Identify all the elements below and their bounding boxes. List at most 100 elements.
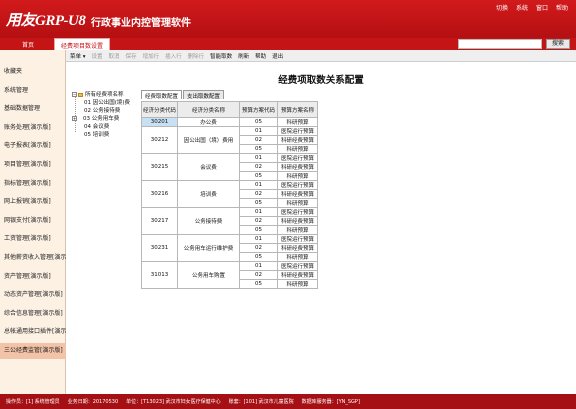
table-row[interactable]: 30231 公务用车运行维护费 01 医院运行预算 (141, 234, 318, 262)
plan-name-cell[interactable]: 科研预算 (277, 225, 318, 235)
tree-root[interactable]: − 所有经费项名称 (72, 90, 124, 98)
tree-node-02[interactable]: 02 公务接待费 (84, 106, 120, 114)
table-row[interactable]: 30215 会议费 01 医院运行预算 (141, 153, 318, 181)
econ-name-cell[interactable]: 公务接待费 (177, 207, 240, 235)
plan-code-cell[interactable]: 01 (239, 207, 278, 217)
expand-icon[interactable]: + (72, 116, 77, 121)
econ-name-cell[interactable]: 培训费 (177, 180, 240, 208)
sidebar-item[interactable]: 项目管理[演示版] (0, 157, 66, 173)
plan-code-cell[interactable]: 05 (239, 279, 278, 289)
plan-code-cell[interactable]: 01 (239, 126, 278, 136)
plan-name-cell[interactable]: 科研预算 (277, 117, 318, 127)
sidebar-item[interactable]: 网银支付[演示版] (0, 213, 66, 229)
plan-name-cell[interactable]: 科研预算 (277, 198, 318, 208)
plan-code-cell[interactable]: 02 (239, 270, 278, 280)
tab-fund-fetch-config[interactable]: 经费取数配置 (141, 90, 183, 100)
plan-name-cell[interactable]: 医院运行预算 (277, 261, 318, 271)
toolbar-button[interactable]: 增加行 (143, 52, 160, 60)
plan-code-cell[interactable]: 02 (239, 162, 278, 172)
plan-name-cell[interactable]: 医院运行预算 (277, 126, 318, 136)
tree-node-05[interactable]: 05 培训费 (84, 130, 109, 138)
plan-code-cell[interactable]: 05 (239, 117, 278, 127)
toolbar-button[interactable]: 智能取数 (210, 52, 232, 60)
plan-code-cell[interactable]: 05 (239, 225, 278, 235)
plan-name-cell[interactable]: 科研经费预算 (277, 189, 318, 199)
toolbar-button[interactable]: 退出 (272, 52, 283, 60)
plan-code-cell[interactable]: 02 (239, 135, 278, 145)
menu-help[interactable]: 帮助 (556, 3, 568, 12)
table-row[interactable]: 30217 公务接待费 01 医院运行预算 (141, 207, 318, 235)
search-input[interactable] (458, 39, 542, 49)
plan-name-cell[interactable]: 医院运行预算 (277, 153, 318, 163)
plan-name-cell[interactable]: 医院运行预算 (277, 234, 318, 244)
sidebar-item[interactable]: 基础数据管理 (0, 101, 66, 117)
plan-code-cell[interactable]: 02 (239, 243, 278, 253)
tab-fund-config[interactable]: 经费项目数设置 (54, 38, 111, 50)
toolbar-button[interactable]: 取消 (109, 52, 120, 60)
econ-code-cell[interactable]: 30212 (141, 126, 178, 154)
toolbar-button[interactable]: 刷新 (238, 52, 249, 60)
tab-expense-fetch-config[interactable]: 支出取数配置 (183, 90, 225, 100)
plan-name-cell[interactable]: 科研经费预算 (277, 270, 318, 280)
toolbar-button[interactable]: 保存 (126, 52, 137, 60)
sidebar-item[interactable]: 其他薪资收入管理[演示 (0, 250, 66, 266)
econ-name-cell[interactable]: 办公费 (177, 117, 240, 127)
table-row[interactable]: 30216 培训费 01 医院运行预算 (141, 180, 318, 208)
col-header-plan-code[interactable]: 预算方案代码 (239, 101, 278, 118)
tree-node-01[interactable]: 01 因公出国(境)费 (84, 98, 130, 106)
sidebar-item[interactable]: 工资管理[演示版] (0, 231, 66, 247)
col-header-econ-name[interactable]: 经济分类名称 (177, 101, 240, 118)
sidebar-item[interactable]: 账务处理[演示版] (0, 120, 66, 136)
table-row[interactable]: 31013 公务用车购置 01 医院运行预算 (141, 261, 318, 289)
sidebar-item[interactable]: 收藏夹 (0, 64, 66, 80)
econ-code-cell[interactable]: 31013 (141, 261, 178, 289)
plan-name-cell[interactable]: 医院运行预算 (277, 180, 318, 190)
menu-switch[interactable]: 切换 (496, 3, 508, 12)
plan-code-cell[interactable]: 02 (239, 216, 278, 226)
toolbar-button[interactable]: 设置 (92, 52, 103, 60)
toolbar-button[interactable]: 插入行 (165, 52, 182, 60)
menu-window[interactable]: 窗口 (536, 3, 548, 12)
plan-code-cell[interactable]: 01 (239, 153, 278, 163)
plan-name-cell[interactable]: 科研预算 (277, 252, 318, 262)
sidebar-item[interactable]: 动态资产管理[演示版] (0, 287, 66, 303)
tree-node-03[interactable]: +03 公务用车费 (72, 114, 119, 122)
sidebar-item[interactable]: 指标管理[演示版] (0, 176, 66, 192)
tree-node-04[interactable]: 04 会议费 (84, 122, 109, 130)
menu-system[interactable]: 系统 (516, 3, 528, 12)
plan-code-cell[interactable]: 02 (239, 189, 278, 199)
econ-name-cell[interactable]: 公务用车运行维护费 (177, 234, 240, 262)
sidebar-item[interactable]: 总帐通用接口插件[演示 (0, 324, 66, 340)
plan-name-cell[interactable]: 科研经费预算 (277, 243, 318, 253)
plan-name-cell[interactable]: 科研预算 (277, 144, 318, 154)
table-row[interactable]: 30212 因公出国（境）费用 01 医院运行预算 (141, 126, 318, 154)
plan-name-cell[interactable]: 科研预算 (277, 171, 318, 181)
table-row[interactable]: 30201 办公费 05 科研预算 (141, 117, 318, 127)
collapse-icon[interactable]: − (72, 92, 77, 97)
sidebar-item[interactable]: 系统管理 (0, 83, 66, 99)
econ-code-cell[interactable]: 30215 (141, 153, 178, 181)
econ-name-cell[interactable]: 因公出国（境）费用 (177, 126, 240, 154)
plan-code-cell[interactable]: 05 (239, 198, 278, 208)
plan-name-cell[interactable]: 科研经费预算 (277, 216, 318, 226)
plan-code-cell[interactable]: 05 (239, 171, 278, 181)
sidebar-item[interactable]: 网上报销[演示版] (0, 194, 66, 210)
plan-code-cell[interactable]: 01 (239, 234, 278, 244)
search-button[interactable]: 搜索 (546, 39, 570, 49)
toolbar-button[interactable]: 菜单 ▾ (70, 52, 86, 60)
econ-name-cell[interactable]: 会议费 (177, 153, 240, 181)
sidebar-item[interactable]: 综合信息管理[演示版] (0, 306, 66, 322)
plan-code-cell[interactable]: 01 (239, 261, 278, 271)
plan-name-cell[interactable]: 医院运行预算 (277, 207, 318, 217)
col-header-plan-name[interactable]: 预算方案名称 (277, 101, 318, 118)
plan-name-cell[interactable]: 科研预算 (277, 279, 318, 289)
plan-name-cell[interactable]: 科研经费预算 (277, 135, 318, 145)
econ-code-cell[interactable]: 30216 (141, 180, 178, 208)
plan-name-cell[interactable]: 科研经费预算 (277, 162, 318, 172)
plan-code-cell[interactable]: 05 (239, 144, 278, 154)
tab-home[interactable]: 首页 (22, 40, 34, 49)
econ-code-cell[interactable]: 30201 (141, 117, 178, 127)
plan-code-cell[interactable]: 05 (239, 252, 278, 262)
sidebar-item[interactable]: 三公经费监管[演示版] (0, 343, 66, 359)
plan-code-cell[interactable]: 01 (239, 180, 278, 190)
